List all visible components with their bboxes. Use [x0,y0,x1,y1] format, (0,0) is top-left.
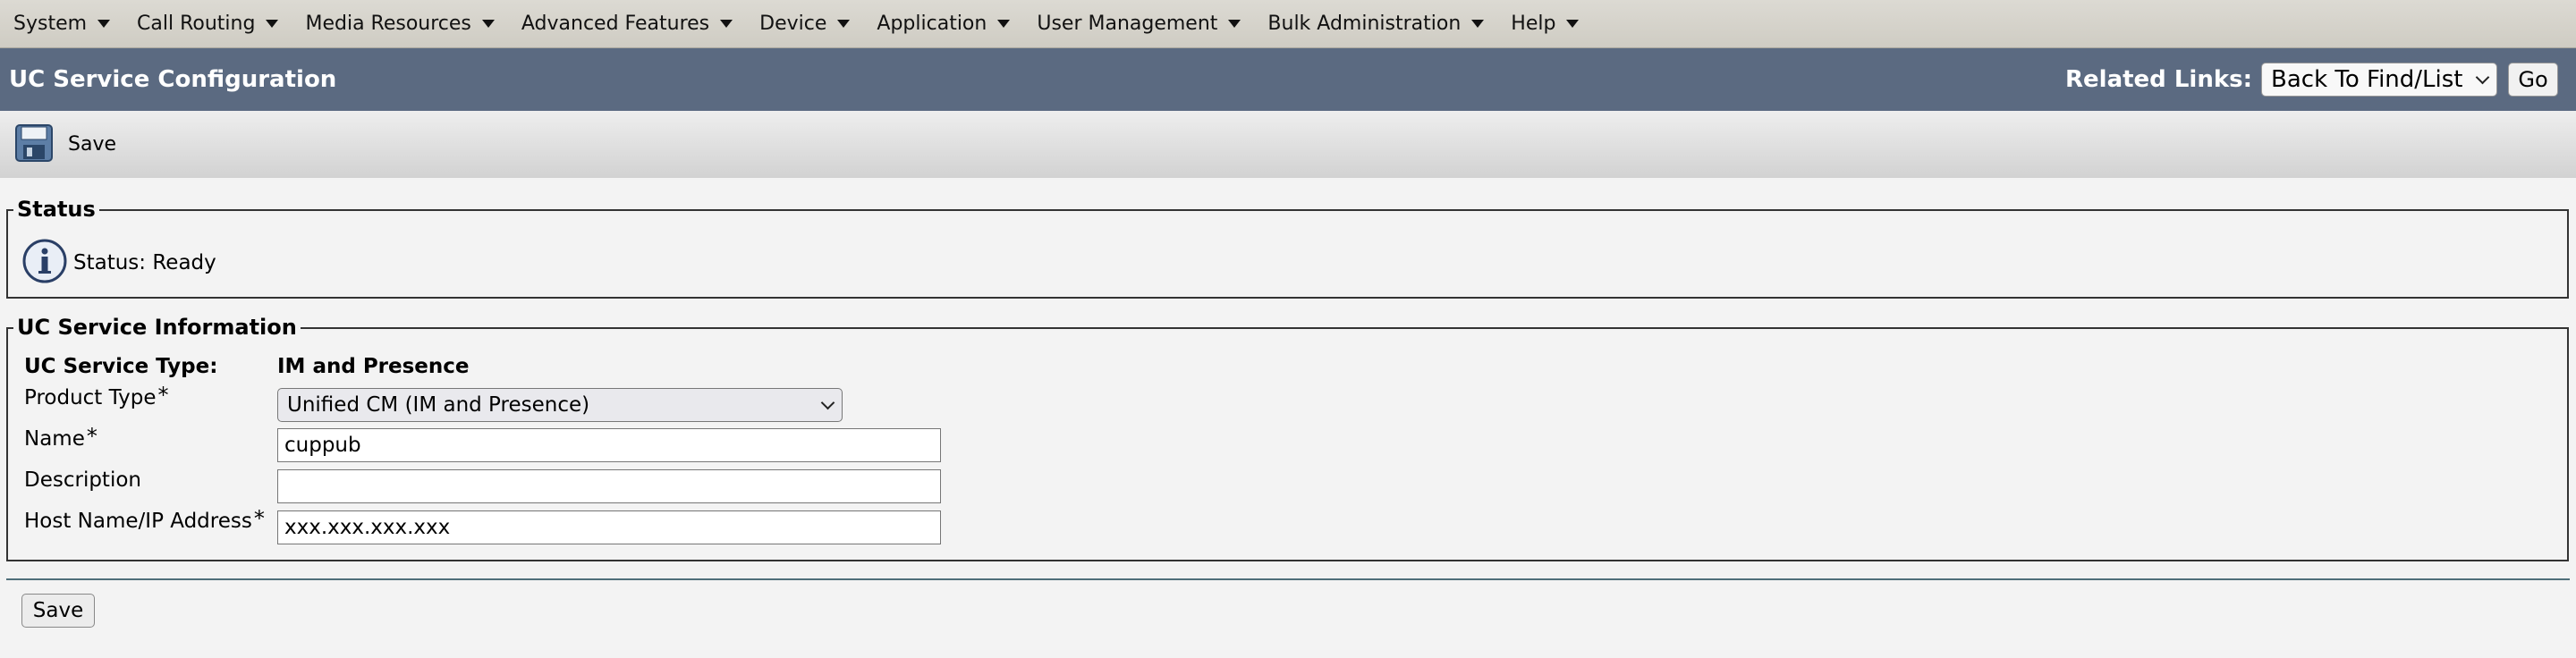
menu-bulk-administration[interactable]: Bulk Administration [1254,0,1488,48]
product-type-label-wrap: Product Type* [24,383,169,411]
floppy-disk-icon [14,123,54,166]
dropdown-arrow-icon [1566,20,1580,28]
host-field-value: xxx.xxx.xxx.xxx [284,516,451,539]
menu-label: Help [1511,13,1556,35]
uc-service-information-legend: UC Service Information [13,315,301,340]
required-marker: * [86,424,97,449]
required-marker: * [157,383,169,408]
go-button[interactable]: Go [2508,63,2558,97]
related-links-select[interactable]: Back To Find/List [2261,63,2497,97]
menu-call-routing[interactable]: Call Routing [123,0,283,48]
menu-user-management[interactable]: User Management [1023,0,1245,48]
menu-advanced-features[interactable]: Advanced Features [508,0,737,48]
host-label: Host Name/IP Address [24,510,252,533]
info-icon [21,238,68,288]
description-field[interactable] [277,469,941,503]
host-field[interactable]: xxx.xxx.xxx.xxx [277,510,941,544]
menu-label: Call Routing [137,13,256,35]
product-type-label: Product Type [24,386,157,409]
menu-label: Bulk Administration [1267,13,1462,35]
menu-help[interactable]: Help [1497,0,1583,48]
dropdown-arrow-icon [1471,20,1485,28]
menu-media-resources[interactable]: Media Resources [292,0,498,48]
menu-system[interactable]: System [0,0,114,48]
menu-label: System [13,13,88,35]
status-legend: Status [13,197,99,222]
status-row: Status: Ready [21,238,216,288]
chevron-down-icon [820,395,835,409]
related-links-label: Related Links: [2065,66,2252,93]
dropdown-arrow-icon [720,20,733,28]
description-label: Description [24,468,141,492]
status-text: Status: Ready [73,251,216,274]
section-divider [6,578,2570,580]
menu-application[interactable]: Application [863,0,1014,48]
page-title: UC Service Configuration [9,66,337,93]
toolbar-save-label: Save [68,133,117,156]
toolbar-save-button[interactable]: Save [14,123,116,166]
name-label-wrap: Name* [24,424,97,452]
dropdown-arrow-icon [997,20,1011,28]
dropdown-arrow-icon [1228,20,1241,28]
service-type-label: UC Service Type: [24,355,218,378]
menu-label: Media Resources [305,13,471,35]
name-field[interactable]: cuppub [277,428,941,462]
menu-label: User Management [1037,13,1218,35]
name-label: Name [24,427,85,451]
dropdown-arrow-icon [837,20,851,28]
dropdown-arrow-icon [481,20,495,28]
title-bar: UC Service Configuration Related Links: … [0,48,2576,111]
host-label-wrap: Host Name/IP Address* [24,506,265,535]
related-links: Related Links: Back To Find/List Go [2065,48,2558,111]
product-type-value: Unified CM (IM and Presence) [287,393,590,417]
toolbar: Save [0,111,2576,178]
status-section: Status Status: Ready [6,197,2569,299]
menu-label: Device [759,13,827,35]
uc-service-information-section: UC Service Information UC Service Type: … [6,315,2569,561]
menu-label: Application [877,13,987,35]
service-type-value: IM and Presence [277,355,470,378]
related-links-value: Back To Find/List [2271,66,2463,93]
top-menu-bar: System Call Routing Media Resources Adva… [0,0,2576,48]
chevron-down-icon [2475,70,2490,84]
dropdown-arrow-icon [97,20,111,28]
bottom-save-button[interactable]: Save [21,594,95,628]
menu-device[interactable]: Device [746,0,854,48]
product-type-select[interactable]: Unified CM (IM and Presence) [277,388,843,422]
menu-label: Advanced Features [521,13,710,35]
required-marker: * [253,506,265,531]
dropdown-arrow-icon [266,20,279,28]
name-field-value: cuppub [284,434,361,457]
